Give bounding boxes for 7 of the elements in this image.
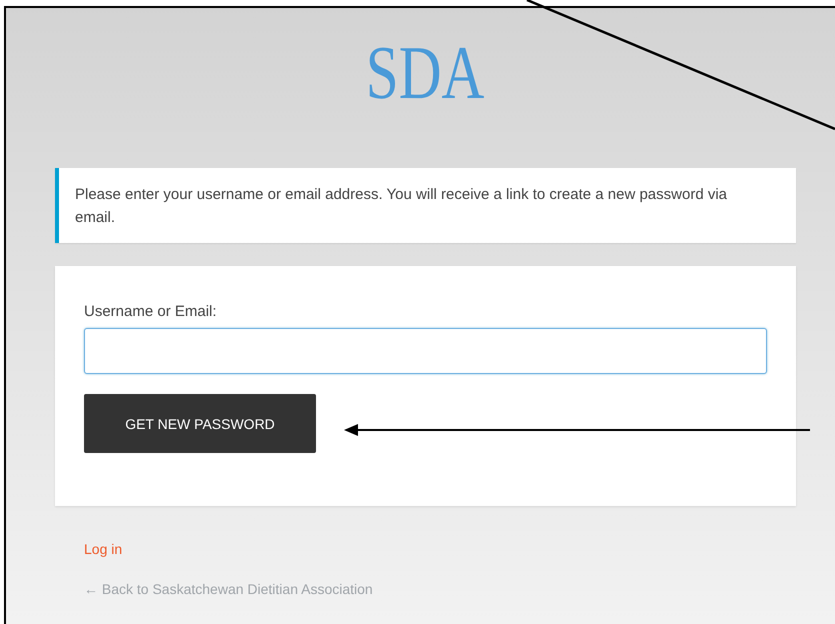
- field-label: Username or Email:: [84, 302, 217, 322]
- username-field[interactable]: [84, 328, 767, 374]
- back-link[interactable]: ← Back to Saskatchewan Dietitian Association: [84, 579, 373, 599]
- log-in-link[interactable]: Log in: [84, 539, 122, 559]
- get-new-password-button[interactable]: GET NEW PASSWORD: [84, 394, 316, 453]
- message-text: Please enter your username or email address. You will receive a link to create a new password via email.: [75, 185, 728, 228]
- logo: SDA: [366, 30, 485, 116]
